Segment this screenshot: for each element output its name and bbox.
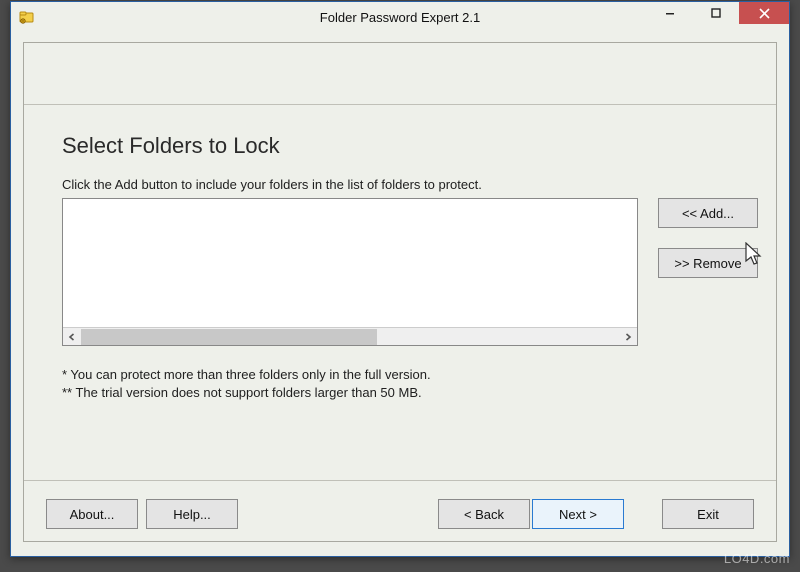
client-area: Select Folders to Lock Click the Add but… — [23, 42, 777, 542]
note-full-version: * You can protect more than three folder… — [62, 366, 758, 384]
horizontal-scrollbar[interactable] — [63, 327, 637, 345]
help-button[interactable]: Help... — [146, 499, 238, 529]
maximize-button[interactable] — [693, 2, 739, 24]
exit-button[interactable]: Exit — [662, 499, 754, 529]
scrollbar-track[interactable] — [81, 329, 619, 345]
folder-lock-icon — [19, 9, 35, 25]
note-size-limit: ** The trial version does not support fo… — [62, 384, 758, 402]
close-icon — [759, 8, 770, 19]
scroll-left-arrow[interactable] — [63, 328, 81, 346]
window-title: Folder Password Expert 2.1 — [320, 10, 480, 25]
about-button[interactable]: About... — [46, 499, 138, 529]
instruction-text: Click the Add button to include your fol… — [62, 177, 758, 192]
window-controls — [647, 2, 789, 24]
titlebar[interactable]: Folder Password Expert 2.1 — [11, 2, 789, 32]
trial-notes: * You can protect more than three folder… — [62, 366, 758, 401]
maximize-icon — [711, 8, 721, 18]
minimize-icon — [665, 8, 675, 18]
back-button[interactable]: < Back — [438, 499, 530, 529]
add-button[interactable]: << Add... — [658, 198, 758, 228]
minimize-button[interactable] — [647, 2, 693, 24]
close-button[interactable] — [739, 2, 789, 24]
remove-button[interactable]: >> Remove — [658, 248, 758, 278]
next-button[interactable]: Next > — [532, 499, 624, 529]
button-bar: About... Help... < Back Next > Exit — [24, 480, 776, 529]
watermark: LO4D.com — [724, 551, 790, 566]
scrollbar-thumb[interactable] — [81, 329, 377, 345]
folder-list[interactable] — [62, 198, 638, 346]
header-separator — [24, 59, 776, 105]
page-heading: Select Folders to Lock — [62, 133, 758, 159]
chevron-right-icon — [624, 333, 632, 341]
chevron-left-icon — [68, 333, 76, 341]
app-window: Folder Password Expert 2.1 Select Folder… — [10, 1, 790, 557]
scroll-right-arrow[interactable] — [619, 328, 637, 346]
